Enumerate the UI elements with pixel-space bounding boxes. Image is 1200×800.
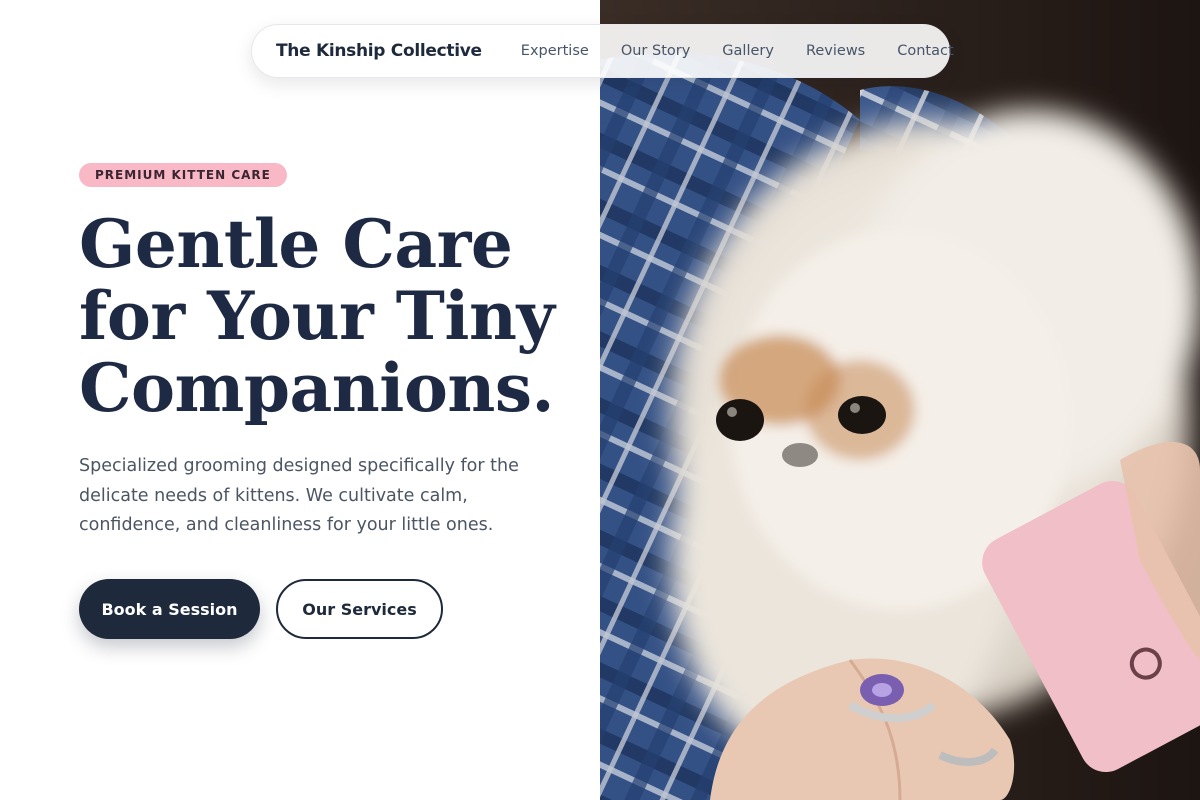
book-session-button[interactable]: Book a Session (79, 579, 260, 639)
category-badge: PREMIUM KITTEN CARE (79, 163, 287, 187)
nav-link-our-story[interactable]: Our Story (621, 43, 690, 59)
hero-description: Specialized grooming designed specifical… (79, 456, 519, 535)
puppy-in-blanket-image (600, 0, 1200, 800)
headline-line-2: for Your Tiny (79, 277, 555, 355)
nav-link-gallery[interactable]: Gallery (722, 43, 774, 59)
nav-link-expertise[interactable]: Expertise (521, 43, 589, 59)
our-services-button[interactable]: Our Services (276, 579, 443, 639)
headline-line-3: Companions. (79, 349, 555, 427)
nav-links: Expertise Our Story Gallery Reviews Cont… (521, 43, 954, 59)
hero-headline: Gentle Care for Your Tiny Companions. (79, 208, 579, 424)
hero-photo (600, 0, 1200, 800)
brand-logo[interactable]: The Kinship Collective (276, 41, 482, 61)
headline-line-1: Gentle Care (79, 205, 513, 283)
nav-link-reviews[interactable]: Reviews (806, 43, 865, 59)
nav-link-contact[interactable]: Contact (897, 43, 953, 59)
top-navigation: The Kinship Collective Expertise Our Sto… (251, 24, 954, 78)
